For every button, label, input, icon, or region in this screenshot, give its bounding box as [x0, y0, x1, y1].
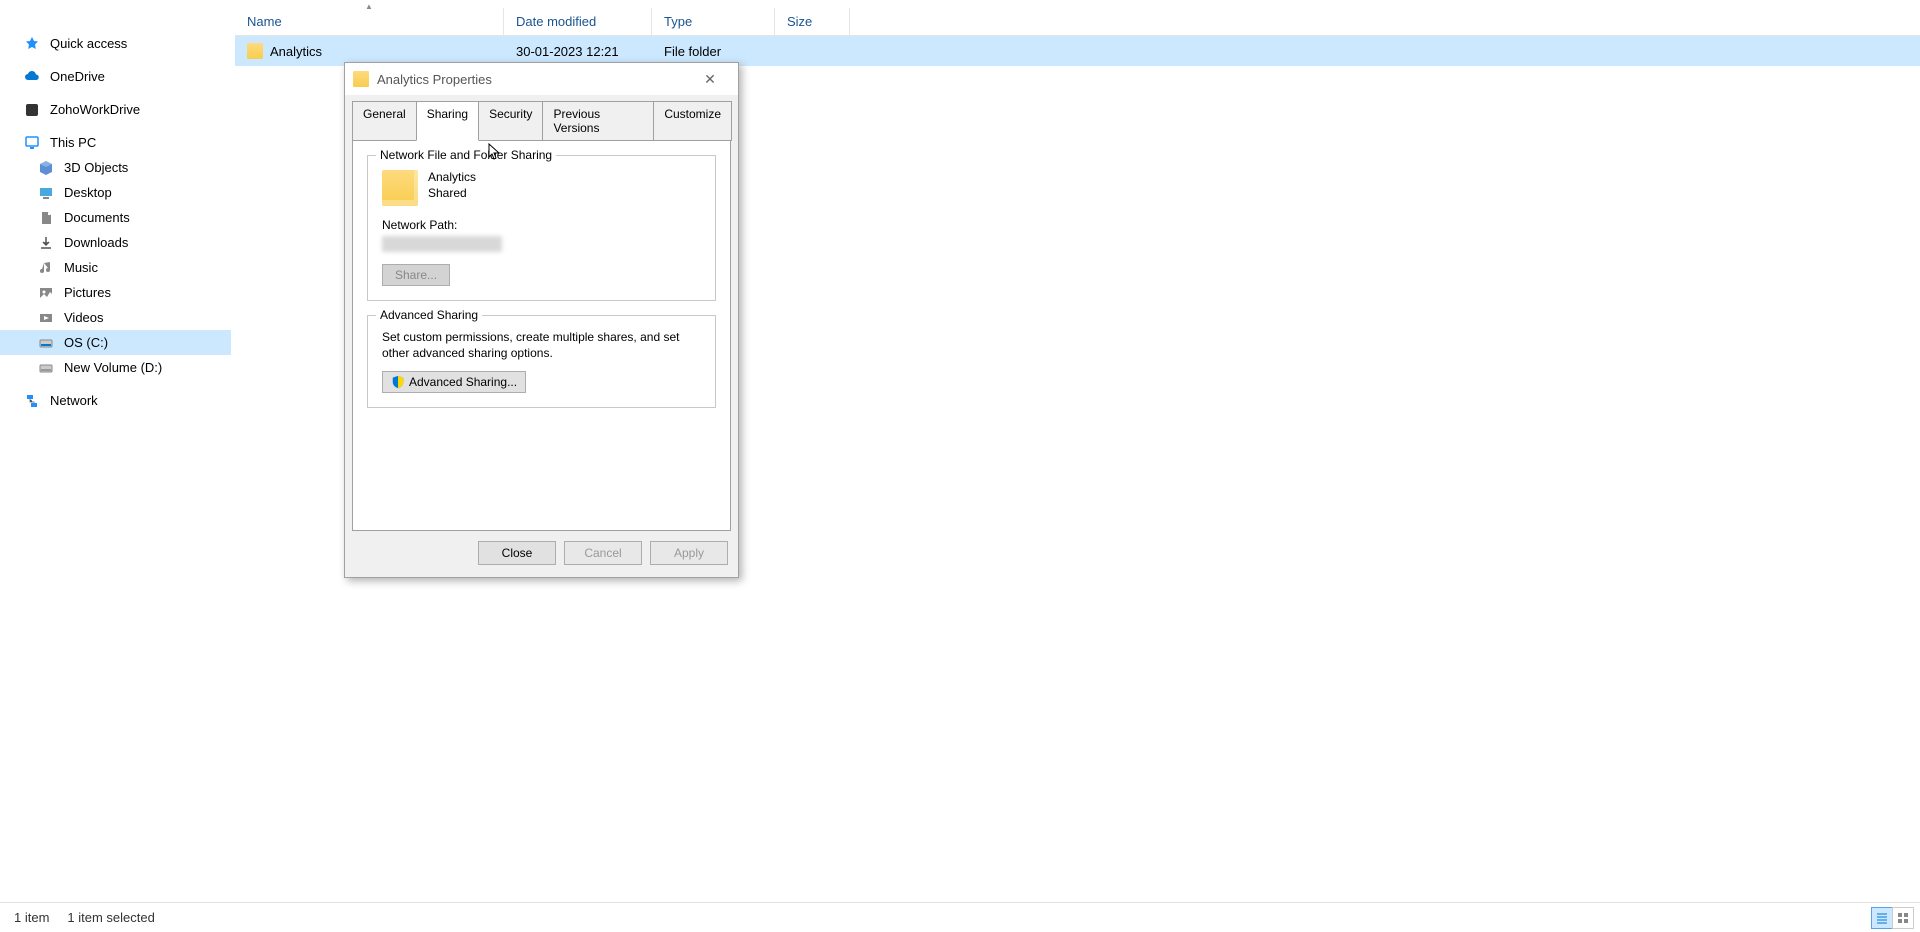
cube-icon	[38, 160, 54, 176]
tab-customize[interactable]: Customize	[653, 101, 732, 141]
navigation-pane: Quick access OneDrive ZohoWorkDrive This…	[0, 0, 231, 731]
sidebar-item-label: This PC	[50, 135, 96, 150]
sidebar-item-label: Downloads	[64, 235, 128, 250]
sidebar-item-this-pc[interactable]: This PC	[0, 130, 231, 155]
shield-icon	[391, 375, 405, 389]
status-bar: 1 item 1 item selected	[0, 902, 1920, 932]
dialog-body: Network File and Folder Sharing Analytic…	[352, 141, 731, 531]
sidebar-item-label: Videos	[64, 310, 104, 325]
tab-previous-versions[interactable]: Previous Versions	[542, 101, 654, 141]
section-legend: Advanced Sharing	[376, 308, 482, 322]
tab-general[interactable]: General	[352, 101, 417, 141]
tab-sharing[interactable]: Sharing	[416, 101, 479, 141]
network-path-label: Network Path:	[382, 218, 701, 232]
sidebar-item-new-volume[interactable]: New Volume (D:)	[0, 355, 231, 380]
sidebar-item-os-c[interactable]: OS (C:)	[0, 330, 231, 355]
properties-dialog: Analytics Properties ✕ General Sharing S…	[344, 62, 739, 578]
sidebar-item-label: 3D Objects	[64, 160, 128, 175]
close-button[interactable]: Close	[478, 541, 556, 565]
advanced-sharing-section: Advanced Sharing Set custom permissions,…	[367, 315, 716, 408]
sidebar-item-label: Documents	[64, 210, 130, 225]
cancel-button[interactable]: Cancel	[564, 541, 642, 565]
documents-icon	[38, 210, 54, 226]
file-date-cell: 30-01-2023 12:21	[504, 44, 652, 59]
share-button[interactable]: Share...	[382, 264, 450, 286]
desktop-icon	[38, 185, 54, 201]
item-count: 1 item	[14, 910, 49, 925]
cloud-icon	[24, 69, 40, 85]
selection-count: 1 item selected	[67, 910, 154, 925]
column-headers: ▲ Name Date modified Type Size	[235, 8, 1920, 36]
sidebar-item-pictures[interactable]: Pictures	[0, 280, 231, 305]
sidebar-item-videos[interactable]: Videos	[0, 305, 231, 330]
apply-button[interactable]: Apply	[650, 541, 728, 565]
music-icon	[38, 260, 54, 276]
network-icon	[24, 393, 40, 409]
column-header-type[interactable]: Type	[652, 8, 775, 35]
tab-security[interactable]: Security	[478, 101, 543, 141]
view-toggle	[1872, 907, 1914, 929]
column-header-name[interactable]: ▲ Name	[235, 8, 504, 35]
network-sharing-section: Network File and Folder Sharing Analytic…	[367, 155, 716, 301]
sidebar-item-label: OneDrive	[50, 69, 105, 84]
monitor-icon	[24, 135, 40, 151]
network-path-value	[382, 236, 502, 252]
folder-icon	[382, 170, 418, 206]
dialog-title: Analytics Properties	[377, 72, 690, 87]
sidebar-item-downloads[interactable]: Downloads	[0, 230, 231, 255]
sidebar-item-label: OS (C:)	[64, 335, 108, 350]
sidebar-item-quick-access[interactable]: Quick access	[0, 31, 231, 56]
sidebar-item-desktop[interactable]: Desktop	[0, 180, 231, 205]
sidebar-item-zoho[interactable]: ZohoWorkDrive	[0, 97, 231, 122]
sidebar-item-label: Quick access	[50, 36, 127, 51]
folder-icon	[247, 43, 263, 59]
details-view-button[interactable]	[1871, 907, 1893, 929]
videos-icon	[38, 310, 54, 326]
sidebar-item-label: New Volume (D:)	[64, 360, 162, 375]
column-header-size[interactable]: Size	[775, 8, 850, 35]
dialog-tabs: General Sharing Security Previous Versio…	[345, 95, 738, 141]
sidebar-item-onedrive[interactable]: OneDrive	[0, 64, 231, 89]
sidebar-item-label: Desktop	[64, 185, 112, 200]
advanced-description: Set custom permissions, create multiple …	[382, 330, 701, 361]
disk-icon	[38, 360, 54, 376]
file-type-cell: File folder	[652, 44, 775, 59]
share-info: Analytics Shared	[382, 170, 701, 206]
disk-icon	[38, 335, 54, 351]
share-text: Analytics Shared	[428, 170, 476, 201]
dialog-footer: Close Cancel Apply	[345, 531, 738, 577]
sidebar-item-label: ZohoWorkDrive	[50, 102, 140, 117]
sidebar-item-3d-objects[interactable]: 3D Objects	[0, 155, 231, 180]
folder-icon	[353, 71, 369, 87]
section-legend: Network File and Folder Sharing	[376, 148, 556, 162]
sidebar-item-documents[interactable]: Documents	[0, 205, 231, 230]
sidebar-item-label: Music	[64, 260, 98, 275]
zoho-icon	[24, 102, 40, 118]
sort-up-icon: ▲	[365, 2, 373, 11]
close-button[interactable]: ✕	[690, 66, 730, 92]
file-name-cell: Analytics	[235, 43, 504, 59]
sidebar-item-label: Network	[50, 393, 98, 408]
column-header-date[interactable]: Date modified	[504, 8, 652, 35]
dialog-titlebar[interactable]: Analytics Properties ✕	[345, 63, 738, 95]
advanced-sharing-button[interactable]: Advanced Sharing...	[382, 371, 526, 393]
downloads-icon	[38, 235, 54, 251]
star-icon	[24, 36, 40, 52]
pictures-icon	[38, 285, 54, 301]
sidebar-item-label: Pictures	[64, 285, 111, 300]
sidebar-item-network[interactable]: Network	[0, 388, 231, 413]
icons-view-button[interactable]	[1892, 907, 1914, 929]
sidebar-item-music[interactable]: Music	[0, 255, 231, 280]
